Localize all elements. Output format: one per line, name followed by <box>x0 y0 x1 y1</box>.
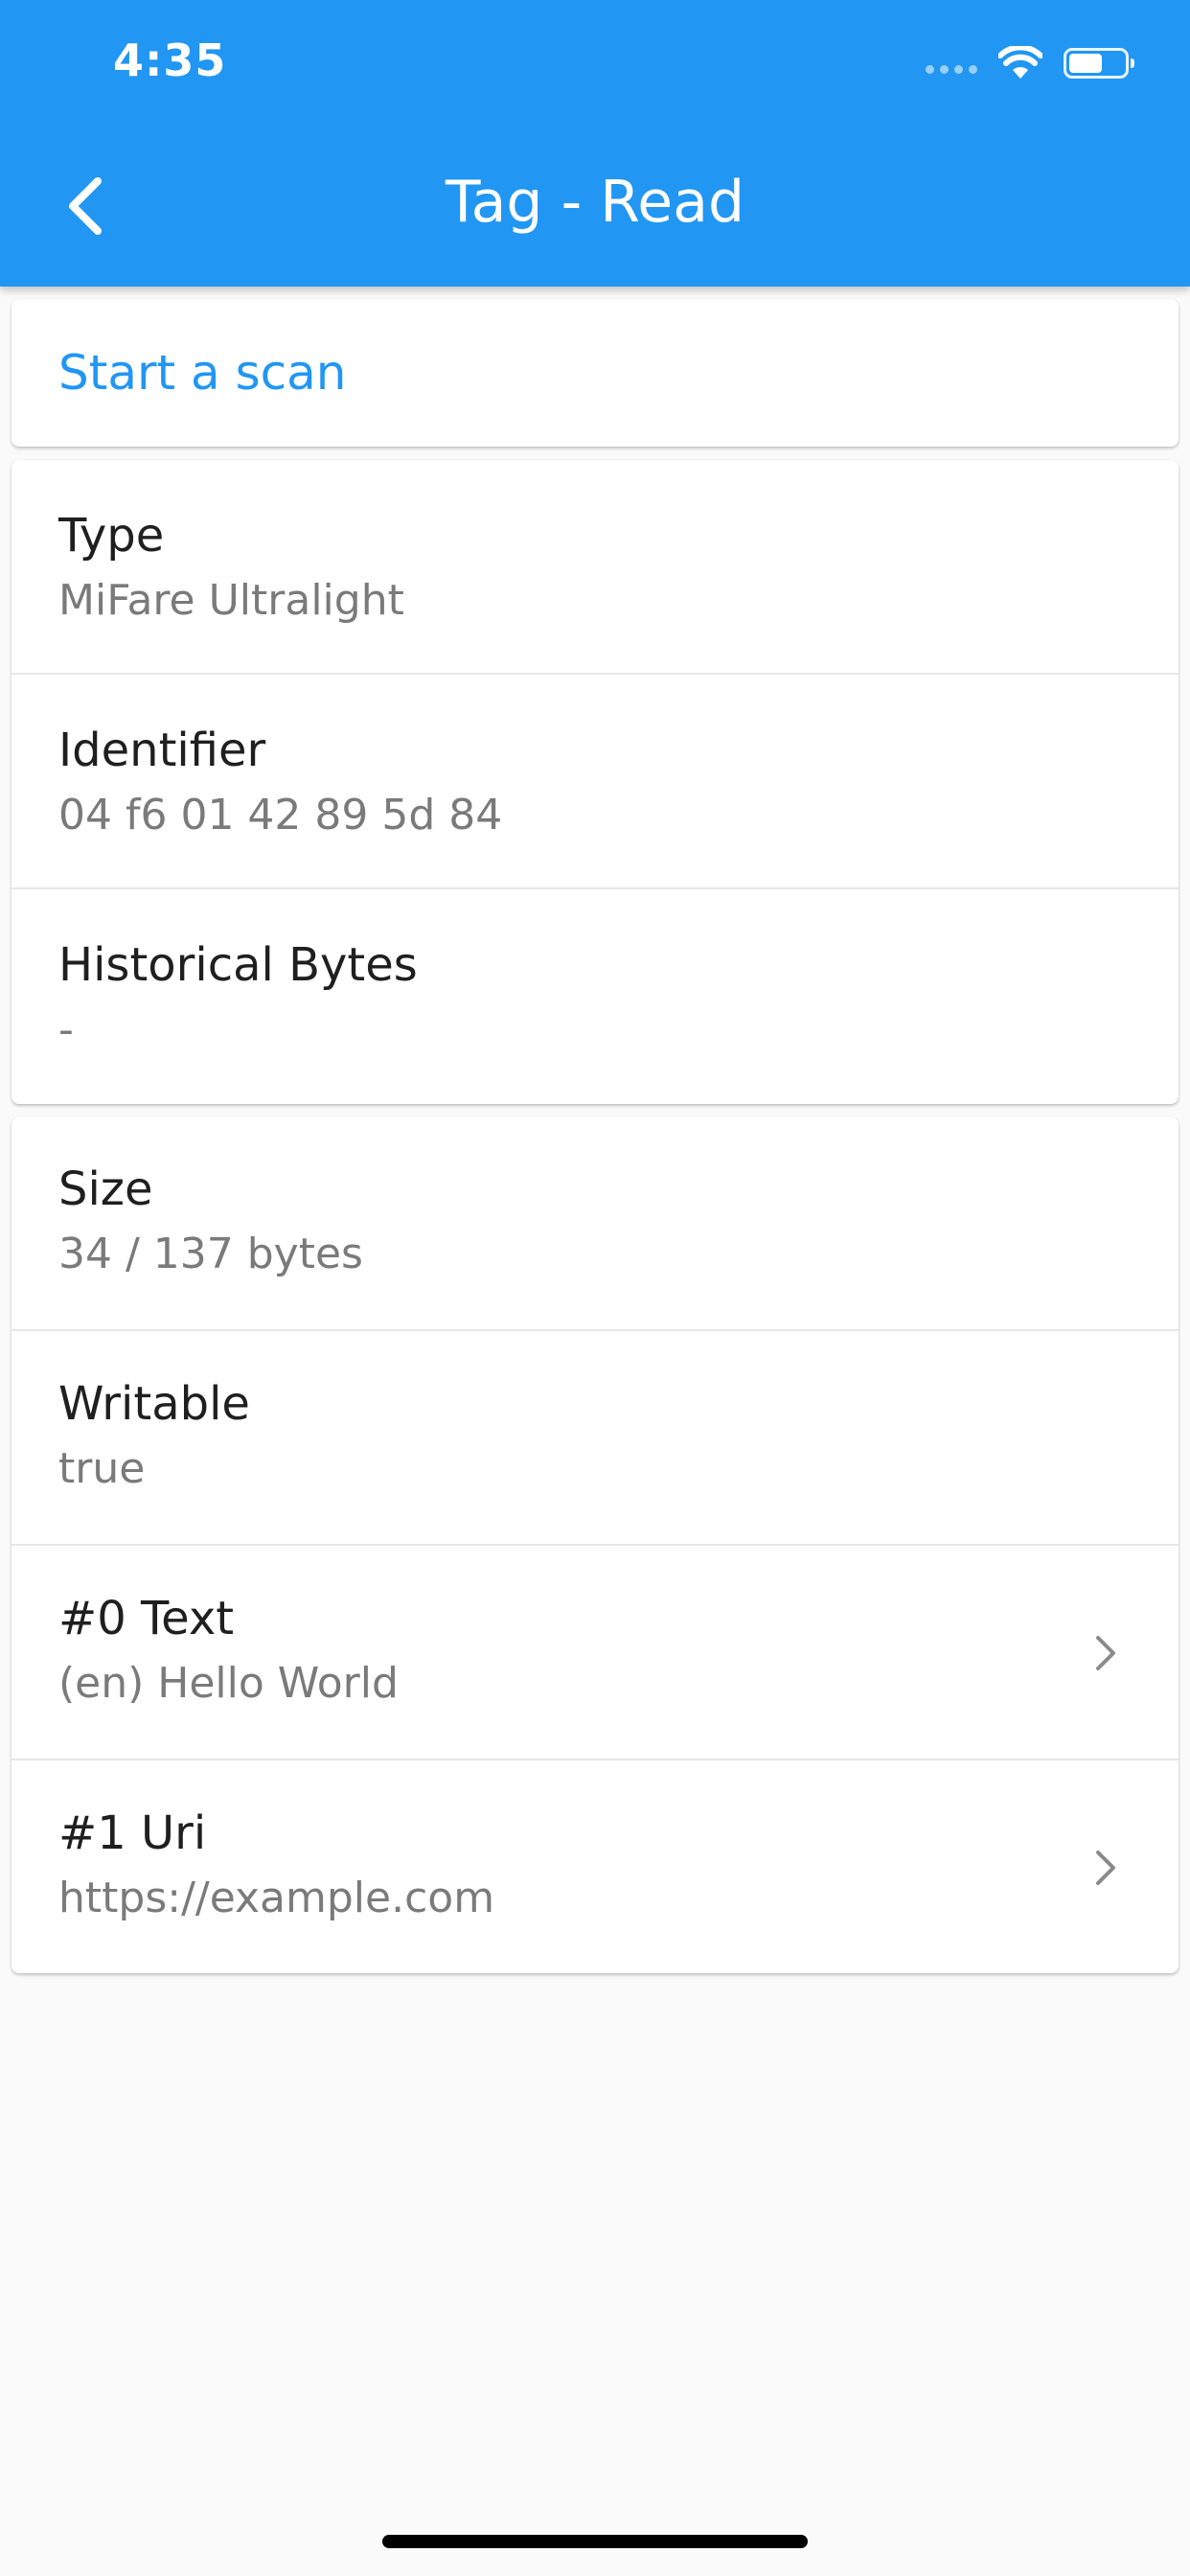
type-value: MiFare Ultralight <box>58 576 404 625</box>
status-icons <box>926 44 1134 82</box>
chevron-right-icon <box>1096 1636 1115 1670</box>
start-scan-button[interactable]: Start a scan <box>11 299 1179 447</box>
record-1-uri-item[interactable]: #1 Uri https://example.com <box>11 1760 1179 1973</box>
writable-title: Writable <box>58 1377 250 1431</box>
page-title: Tag - Read <box>445 169 745 236</box>
identifier-title: Identifier <box>58 724 266 777</box>
size-title: Size <box>58 1162 153 1216</box>
list-item-type: Type MiFare Ultralight <box>11 460 1179 675</box>
size-value: 34 / 137 bytes <box>58 1230 363 1278</box>
app-bar: 4:35 Tag - Read <box>0 0 1190 287</box>
identifier-value: 04 f6 01 42 89 5d 84 <box>58 791 503 840</box>
writable-value: true <box>58 1444 146 1493</box>
historical-bytes-value: - <box>58 1005 74 1054</box>
list-item-writable: Writable true <box>11 1331 1179 1546</box>
ndef-card: Size 34 / 137 bytes Writable true #0 Tex… <box>11 1116 1179 1973</box>
record-0-text-item[interactable]: #0 Text (en) Hello World <box>11 1546 1179 1760</box>
record-1-value: https://example.com <box>58 1874 495 1922</box>
list-item-size: Size 34 / 137 bytes <box>11 1116 1179 1331</box>
list-item-identifier: Identifier 04 f6 01 42 89 5d 84 <box>11 675 1179 889</box>
battery-icon <box>1064 48 1134 79</box>
record-0-value: (en) Hello World <box>58 1659 399 1708</box>
chevron-right-icon <box>1096 1851 1115 1885</box>
tag-info-card: Type MiFare Ultralight Identifier 04 f6 … <box>11 460 1179 1104</box>
start-scan-label: Start a scan <box>58 345 347 401</box>
historical-bytes-title: Historical Bytes <box>58 938 418 992</box>
home-indicator <box>382 2535 808 2548</box>
record-1-title: #1 Uri <box>58 1806 207 1860</box>
list-item-historical-bytes: Historical Bytes - <box>11 889 1179 1104</box>
status-time: 4:35 <box>113 34 227 86</box>
record-0-title: #0 Text <box>58 1592 235 1645</box>
cellular-signal-icon <box>926 64 977 74</box>
wifi-icon <box>998 46 1042 79</box>
type-title: Type <box>58 509 165 563</box>
